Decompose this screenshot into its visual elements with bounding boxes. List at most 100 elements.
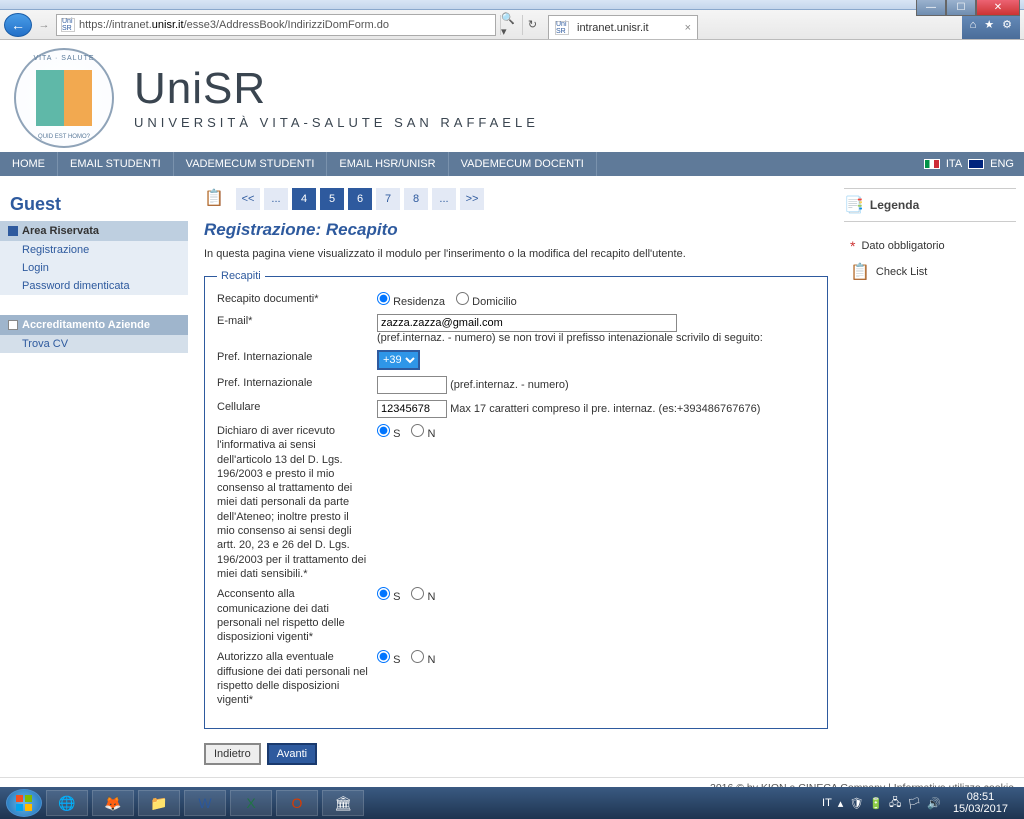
window-maximize-button[interactable]: ☐	[946, 0, 976, 16]
page-title: Registrazione: Recapito	[204, 220, 828, 240]
cell-hint: Max 17 caratteri compreso il pre. intern…	[450, 403, 760, 415]
sidebar-head-area-riservata[interactable]: Area Riservata	[0, 221, 188, 241]
label-consent1: Dichiaro di aver ricevuto l'informativa …	[217, 424, 377, 581]
taskbar-ie-icon[interactable]: 🌐	[46, 790, 88, 816]
tab-favicon-icon: Uni SR	[555, 21, 569, 35]
radio-q3-n[interactable]	[411, 650, 424, 663]
sidebar-item-registrazione[interactable]: Registrazione	[0, 241, 188, 259]
sidebar-item-login[interactable]: Login	[0, 259, 188, 277]
taskbar-app-icon[interactable]: 🏛	[322, 790, 364, 816]
fieldset-legend: Recapiti	[217, 270, 265, 282]
nav-vademecum-docenti[interactable]: VADEMECUM DOCENTI	[449, 152, 597, 176]
label-consent3: Autorizzo alla eventuale diffusione dei …	[217, 650, 377, 707]
window-close-button[interactable]: ✕	[976, 0, 1020, 16]
nav-vademecum-studenti[interactable]: VADEMECUM STUDENTI	[174, 152, 328, 176]
tray-battery-icon[interactable]: 🔋	[869, 797, 883, 810]
pager-5[interactable]: 5	[320, 188, 344, 210]
taskbar-explorer-icon[interactable]: 📁	[138, 790, 180, 816]
taskbar-outlook-icon[interactable]: O	[276, 790, 318, 816]
legend-checklist[interactable]: 📋 Check List	[844, 256, 1016, 284]
browser-forward-button[interactable]: →	[34, 15, 54, 35]
radio-q3-s[interactable]	[377, 650, 390, 663]
flag-it-icon	[924, 159, 940, 169]
lang-eng[interactable]: ENG	[990, 158, 1014, 170]
pager-4[interactable]: 4	[292, 188, 316, 210]
tray-network-icon[interactable]: 🖧	[889, 794, 901, 813]
radio-domicilio[interactable]	[456, 292, 469, 305]
label-pref2: Pref. Internazionale	[217, 376, 377, 390]
radio-q2-s[interactable]	[377, 587, 390, 600]
tools-icon[interactable]: ⚙	[1002, 18, 1012, 31]
logo-icon: VITA · SALUTE QUID EST HOMO?	[14, 48, 114, 148]
browser-toolbar: ← → Uni SR https://intranet.unisr.it/ess…	[0, 10, 1024, 40]
taskbar-word-icon[interactable]: W	[184, 790, 226, 816]
search-dropdown-icon[interactable]: 🔍▾	[500, 15, 520, 35]
taskbar-excel-icon[interactable]: X	[230, 790, 272, 816]
pager-7[interactable]: 7	[376, 188, 400, 210]
browser-back-button[interactable]: ←	[4, 13, 32, 37]
radio-q1-s[interactable]	[377, 424, 390, 437]
lang-ita[interactable]: ITA	[946, 158, 962, 170]
tray-shield-icon[interactable]: 🛡	[849, 797, 863, 810]
nav-email-studenti[interactable]: EMAIL STUDENTI	[58, 152, 174, 176]
favorites-icon[interactable]: ★	[984, 18, 994, 31]
start-button[interactable]	[6, 789, 42, 817]
tab-close-icon[interactable]: ×	[685, 22, 691, 34]
pager-6[interactable]: 6	[348, 188, 372, 210]
sidebar-item-trova-cv[interactable]: Trova CV	[0, 335, 188, 353]
email-field[interactable]	[377, 314, 677, 332]
radio-q1-n[interactable]	[411, 424, 424, 437]
label-consent2: Acconsento alla comunicazione dei dati p…	[217, 587, 377, 644]
tray-action-icon[interactable]: 🏳	[907, 797, 921, 810]
right-column: 📑 Legenda * Dato obbligatorio 📋 Check Li…	[844, 176, 1024, 777]
tab-title: intranet.unisr.it	[577, 22, 649, 34]
home-icon[interactable]: ⌂	[970, 19, 977, 31]
browser-tab[interactable]: Uni SR intranet.unisr.it ×	[548, 15, 698, 39]
recapiti-fieldset: Recapiti Recapito documenti* Residenza D…	[204, 270, 828, 729]
url-text: https://intranet.unisr.it/esse3/AddressB…	[79, 19, 389, 31]
back-button[interactable]: Indietro	[204, 743, 261, 765]
pref-internazionale-select[interactable]: +39	[377, 350, 420, 370]
sidebar-item-password[interactable]: Password dimenticata	[0, 277, 188, 295]
nav-home[interactable]: HOME	[0, 152, 58, 176]
radio-q2-n[interactable]	[411, 587, 424, 600]
window-titlebar: — ☐ ✕	[0, 0, 1024, 10]
main-nav: HOME EMAIL STUDENTI VADEMECUM STUDENTI E…	[0, 152, 1024, 176]
flag-en-icon	[968, 159, 984, 169]
nav-email-hsr[interactable]: EMAIL HSR/UNISR	[327, 152, 448, 176]
cellulare-field[interactable]	[377, 400, 447, 418]
star-icon: *	[850, 238, 855, 254]
tray-lang[interactable]: IT	[822, 797, 832, 809]
legend-required: * Dato obbligatorio	[844, 232, 1016, 256]
site-subtitle: UNIVERSITÀ VITA-SALUTE SAN RAFFAELE	[134, 115, 539, 130]
address-bar[interactable]: Uni SR https://intranet.unisr.it/esse3/A…	[56, 14, 496, 36]
refresh-icon[interactable]: ↻	[522, 15, 542, 35]
window-minimize-button[interactable]: —	[916, 0, 946, 16]
radio-residenza[interactable]	[377, 292, 390, 305]
url-favicon-icon: Uni SR	[61, 18, 75, 32]
label-email: E-mail*	[217, 314, 377, 328]
windows-icon	[15, 794, 33, 812]
sidebar-head-accreditamento[interactable]: Accreditamento Aziende	[0, 315, 188, 335]
pager-next[interactable]: ...	[432, 188, 456, 210]
clipboard-icon: 📋	[204, 188, 224, 210]
sidebar-title: Guest	[0, 186, 188, 221]
pager-8[interactable]: 8	[404, 188, 428, 210]
tray-show-hidden-icon[interactable]: ▴	[838, 797, 844, 810]
site-title: UniSR	[134, 67, 539, 111]
taskbar-firefox-icon[interactable]: 🦊	[92, 790, 134, 816]
pref-internazionale-field[interactable]	[377, 376, 447, 394]
info-icon: 📑	[844, 195, 864, 215]
legend-title: 📑 Legenda	[844, 195, 1016, 215]
forward-button[interactable]: Avanti	[267, 743, 317, 765]
pager-last[interactable]: >>	[460, 188, 484, 210]
tray-volume-icon[interactable]: 🔊	[927, 797, 941, 810]
checklist-icon: 📋	[850, 262, 870, 282]
page-intro: In questa pagina viene visualizzato il m…	[204, 248, 828, 260]
sidebar: Guest Area Riservata Registrazione Login…	[0, 176, 188, 777]
checkbox-icon	[8, 320, 18, 330]
pager-first[interactable]: <<	[236, 188, 260, 210]
main-content: 📋 << ... 4 5 6 7 8 ... >> Registrazione:…	[188, 176, 844, 777]
pager-prev[interactable]: ...	[264, 188, 288, 210]
tray-clock[interactable]: 08:51 15/03/2017	[947, 791, 1014, 815]
